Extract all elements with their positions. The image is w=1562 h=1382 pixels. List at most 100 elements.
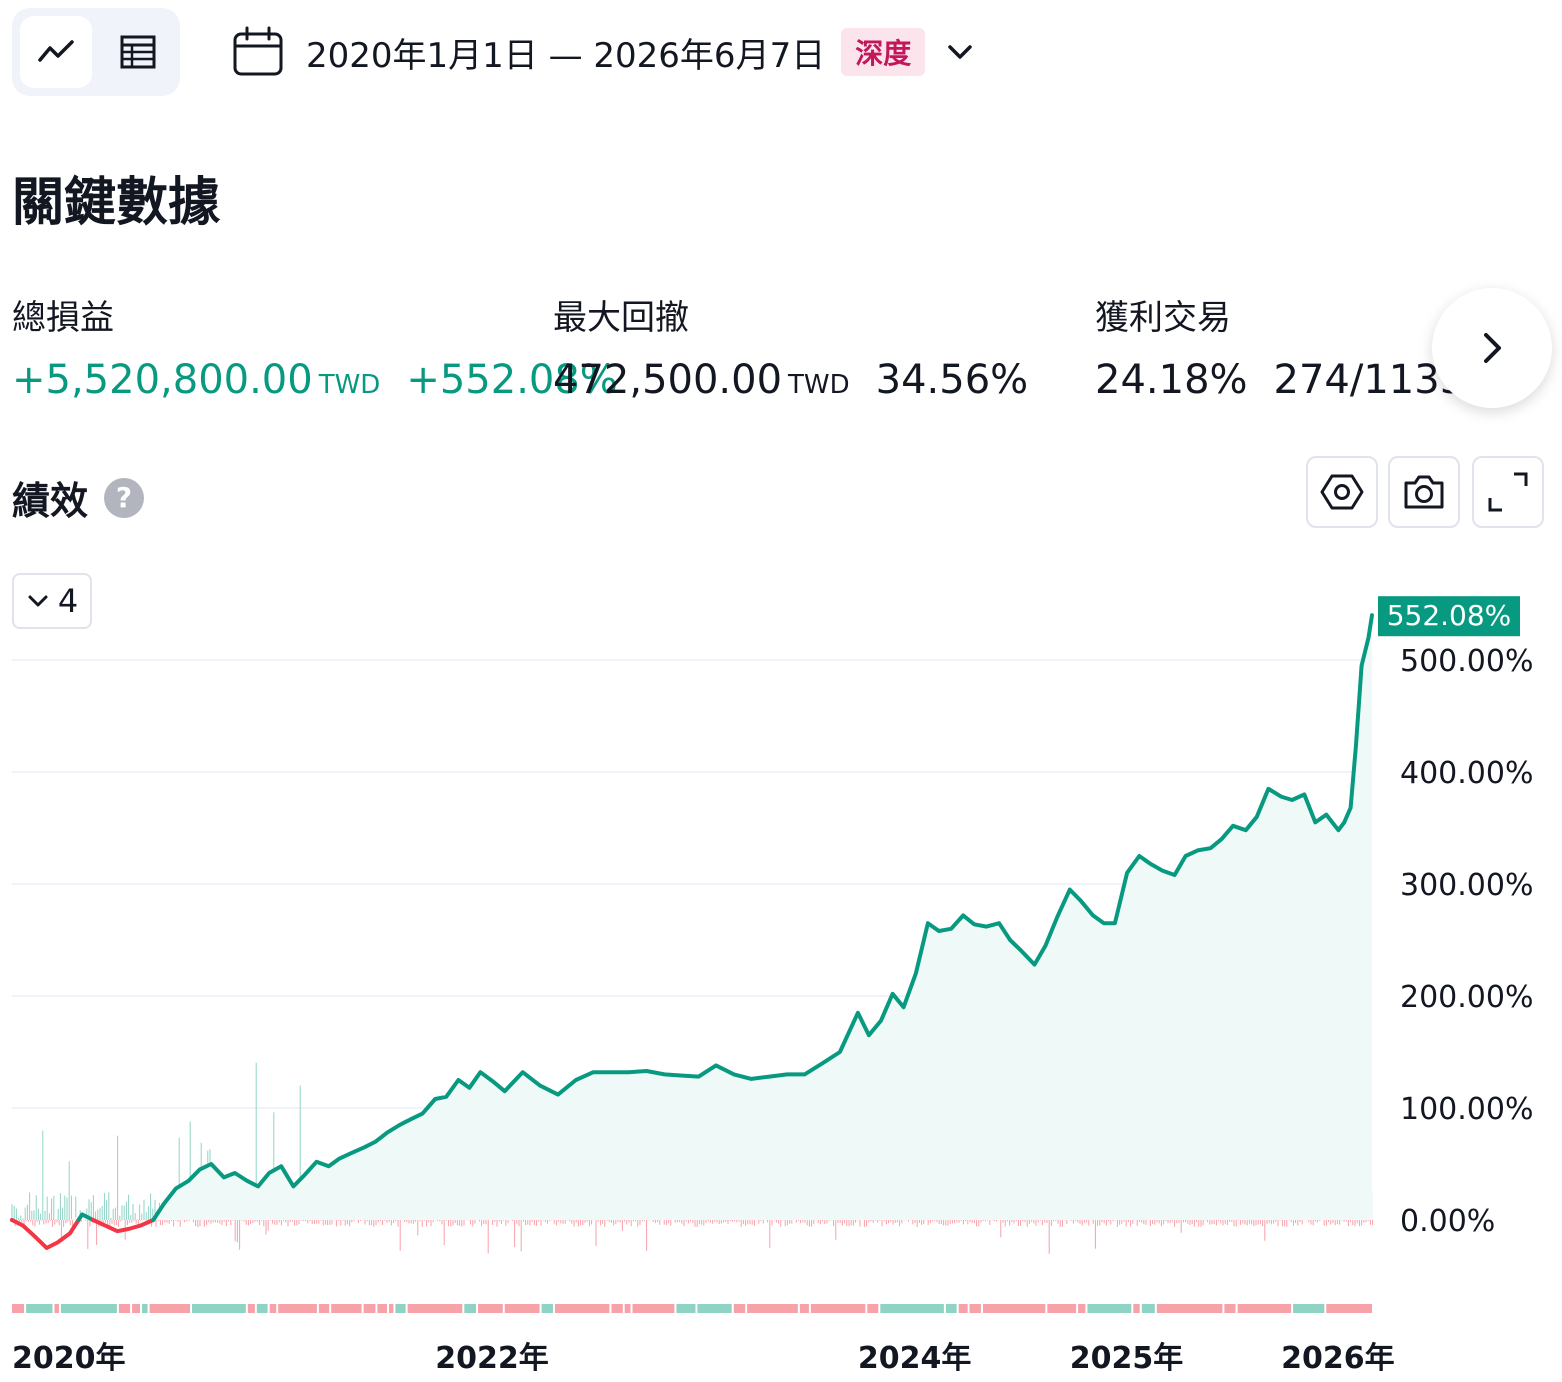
trade-strip-cell <box>278 1304 317 1313</box>
trade-strip-cell <box>1224 1304 1236 1313</box>
date-range-selector[interactable]: 2020年1月1日 — 2026年6月7日 深度 <box>232 22 975 82</box>
x-tick-label: 2022年 <box>435 1341 549 1376</box>
trade-strip-cell <box>142 1304 148 1313</box>
metric-profitable-trades: 獲利交易 24.18% 274/1133 <box>1095 290 1465 403</box>
equity-line-negative <box>10 1218 81 1250</box>
last-value-label: 552.08% <box>1378 596 1520 637</box>
equity-area-fill <box>12 615 1372 1220</box>
trade-strip-cell <box>269 1304 277 1313</box>
trade-strip-cell <box>247 1304 255 1313</box>
x-tick-label: 2026年 <box>1281 1341 1395 1376</box>
chevron-down-icon[interactable] <box>945 37 975 67</box>
next-metrics-button[interactable] <box>1432 288 1552 408</box>
trade-strip-cell <box>478 1304 503 1313</box>
trade-strip-cell <box>1293 1304 1325 1313</box>
trade-strip-cell <box>611 1304 623 1313</box>
trade-strip-cell <box>1078 1304 1086 1313</box>
y-axis-labels: 0.00% 100.00% 200.00% 300.00% 400.00% 500.00% <box>1400 644 1533 1239</box>
table-view-button[interactable] <box>102 16 174 88</box>
trade-strip-cell <box>331 1304 362 1313</box>
trade-strip-cell <box>1326 1304 1372 1313</box>
trade-strip-cell <box>554 1304 610 1313</box>
trade-strip-cell <box>1087 1304 1132 1313</box>
trade-strip-layer <box>12 1304 1372 1313</box>
trade-strip-cell <box>318 1304 330 1313</box>
trade-strip-cell <box>377 1304 387 1313</box>
trade-strip-cell <box>676 1304 696 1313</box>
y-tick-label: 300.00% <box>1400 868 1533 903</box>
trade-strip-cell <box>363 1304 376 1313</box>
performance-title-text: 績效 <box>12 479 89 523</box>
trade-strip-cell <box>12 1304 25 1313</box>
performance-chart[interactable]: 0.00% 100.00% 200.00% 300.00% 400.00% 500.00%… <box>0 560 1562 1382</box>
trade-strip-cell <box>1047 1304 1077 1313</box>
x-tick-label: 2025年 <box>1070 1341 1184 1376</box>
x-tick-label: 2020年 <box>12 1341 126 1376</box>
y-tick-label: 200.00% <box>1400 980 1533 1015</box>
trade-strip-cell <box>1141 1304 1155 1313</box>
metric-unit: TWD <box>788 370 850 400</box>
trade-strip-cell <box>1133 1304 1140 1313</box>
fullscreen-button[interactable] <box>1472 456 1544 528</box>
trade-strip-cell <box>983 1304 1046 1313</box>
metric-unit: TWD <box>318 370 381 400</box>
camera-icon <box>1404 475 1444 509</box>
gear-icon <box>1320 474 1364 510</box>
deep-badge: 深度 <box>841 28 926 76</box>
trade-strip-cell <box>60 1304 117 1313</box>
trade-strip-cell <box>799 1304 809 1313</box>
performance-title: 績效 ? <box>12 470 145 525</box>
snapshot-button[interactable] <box>1388 456 1460 528</box>
trade-strip-cell <box>389 1304 394 1313</box>
settings-button[interactable] <box>1306 456 1378 528</box>
metric-value: 472,500.00 <box>553 357 783 403</box>
trade-strip-cell <box>632 1304 675 1313</box>
trade-strip-cell <box>407 1304 463 1313</box>
trade-strip-cell <box>1156 1304 1223 1313</box>
trade-strip-cell <box>958 1304 968 1313</box>
trade-strip-cell <box>192 1304 246 1313</box>
page-title: 關鍵數據 <box>12 173 221 233</box>
metric-label: 總損益 <box>12 298 114 338</box>
x-tick-label: 2024年 <box>858 1341 972 1376</box>
metric-max-drawdown: 最大回撤 472,500.00 TWD 34.56% <box>553 290 1028 403</box>
chart-view-button[interactable] <box>20 16 92 88</box>
trade-strip-cell <box>867 1304 879 1313</box>
x-axis-labels: 2020年 2022年 2024年 2025年 2026年 <box>12 1341 1395 1376</box>
calendar-icon <box>233 26 283 76</box>
last-value-text: 552.08% <box>1387 599 1512 632</box>
trade-strip-cell <box>697 1304 732 1313</box>
equity-line-negative <box>91 1218 156 1234</box>
help-icon[interactable]: ? <box>104 477 145 518</box>
trade-strip-cell <box>624 1304 631 1313</box>
trade-strip-cell <box>395 1304 406 1313</box>
trade-strip-cell <box>132 1304 140 1313</box>
trade-strip-cell <box>945 1304 957 1313</box>
trade-strip-cell <box>54 1304 59 1313</box>
y-tick-label: 0.00% <box>1400 1204 1495 1239</box>
trade-strip-cell <box>149 1304 190 1313</box>
y-tick-label: 100.00% <box>1400 1092 1533 1127</box>
view-toggle <box>12 8 180 96</box>
trade-strip-cell <box>26 1304 53 1313</box>
metric-percent: 34.56% <box>875 357 1029 403</box>
trade-strip-cell <box>541 1304 553 1313</box>
metric-value: +5,520,800.00 <box>12 357 313 403</box>
trade-strip-cell <box>118 1304 131 1313</box>
trade-strip-cell <box>880 1304 944 1313</box>
date-range-text: 2020年1月1日 — 2026年6月7日 <box>306 35 826 76</box>
trade-strip-cell <box>1237 1304 1292 1313</box>
table-icon <box>120 35 156 69</box>
y-tick-label: 400.00% <box>1400 756 1533 791</box>
trade-strip-cell <box>747 1304 798 1313</box>
trade-strip-cell <box>256 1304 268 1313</box>
chevron-right-icon <box>1484 333 1501 363</box>
trade-strip-cell <box>464 1304 476 1313</box>
trade-strip-cell <box>810 1304 866 1313</box>
y-tick-label: 500.00% <box>1400 644 1533 679</box>
trade-strip-cell <box>504 1304 540 1313</box>
trade-strip-cell <box>969 1304 981 1313</box>
expand-icon <box>1488 472 1528 512</box>
metric-label: 獲利交易 <box>1095 298 1231 338</box>
metric-label: 最大回撤 <box>553 298 689 338</box>
